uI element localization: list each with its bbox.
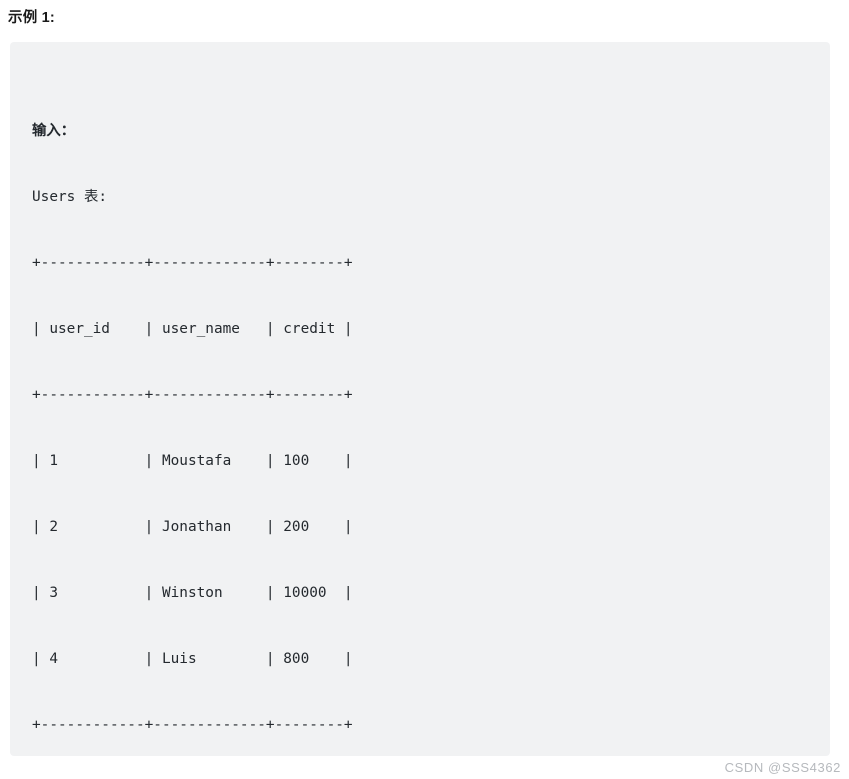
input-label: 输入： xyxy=(32,123,76,139)
users-table-top-border: +------------+-------------+--------+ xyxy=(32,255,353,271)
code-content: 输入： Users 表: +------------+-------------… xyxy=(32,54,830,756)
table-row: | 3 | Winston | 10000 | xyxy=(32,585,353,601)
table-row: | 1 | Moustafa | 100 | xyxy=(32,453,353,469)
csdn-watermark: CSDN @SSS4362 xyxy=(724,760,841,775)
users-table-bottom-border: +------------+-------------+--------+ xyxy=(32,717,353,733)
users-table-header: | user_id | user_name | credit | xyxy=(32,321,353,337)
example-page: 示例 1: 输入： Users 表: +------------+-------… xyxy=(0,0,849,779)
table-row: | 4 | Luis | 800 | xyxy=(32,651,353,667)
code-block: 输入： Users 表: +------------+-------------… xyxy=(10,42,830,756)
users-table-caption: Users 表: xyxy=(32,189,108,205)
users-table-header-border: +------------+-------------+--------+ xyxy=(32,387,353,403)
table-row: | 2 | Jonathan | 200 | xyxy=(32,519,353,535)
page-title: 示例 1: xyxy=(8,10,55,26)
